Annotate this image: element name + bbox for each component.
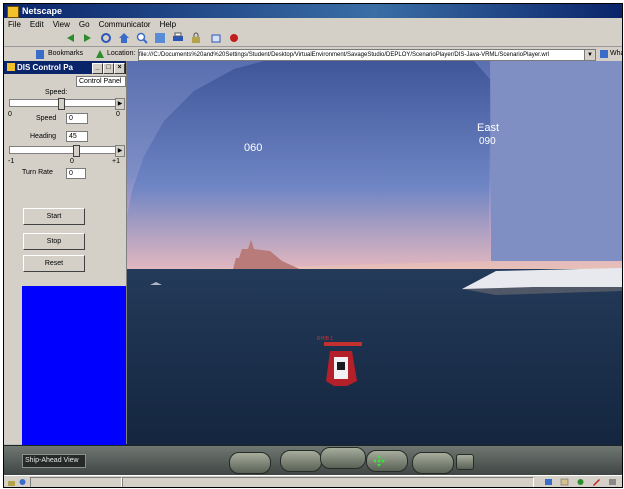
rhib-icon <box>324 342 362 386</box>
speed-label: Speed: <box>45 89 68 96</box>
scene-foreground <box>150 268 622 386</box>
reload-icon[interactable] <box>100 32 112 44</box>
security-icon[interactable] <box>190 32 202 44</box>
vrml-console: Ship-Ahead View <box>4 445 622 476</box>
heading-slider[interactable]: ▶ <box>9 145 125 157</box>
speed-slider-thumb[interactable] <box>58 98 65 110</box>
menu-communicator[interactable]: Communicator <box>99 20 151 29</box>
heading-field-label: Heading <box>30 133 57 140</box>
menu-file[interactable]: File <box>8 20 21 29</box>
forward-icon[interactable] <box>82 32 94 44</box>
turn-rate-label: Turn Rate <box>22 169 53 176</box>
navigation-toolbar <box>4 30 622 47</box>
move-icon <box>373 455 385 467</box>
heading-label-east: East <box>477 122 500 134</box>
status-bar <box>4 475 622 487</box>
navigator-icon[interactable] <box>544 478 553 486</box>
panel-minimize-button[interactable]: _ <box>92 63 103 74</box>
window-title: Netscape <box>22 6 63 16</box>
pan-mode-button[interactable] <box>280 450 322 472</box>
panel-title-bar: DIS Control Pa _ □ × <box>4 61 126 74</box>
dis-control-panel: DIS Control Pa _ □ × Control Panel Speed… <box>4 61 127 445</box>
heading-input[interactable]: 45 <box>66 131 88 142</box>
heading-label-090: 090 <box>479 136 496 147</box>
print-icon[interactable] <box>172 32 184 44</box>
goto-mode-button[interactable] <box>412 452 454 474</box>
mail-icon[interactable] <box>560 478 569 486</box>
menu-go[interactable]: Go <box>79 20 90 29</box>
location-dropdown[interactable]: ▼ <box>584 49 596 61</box>
back-icon[interactable] <box>64 32 76 44</box>
heading-scale-min: -1 <box>8 158 15 165</box>
location-input[interactable]: file:///C:/Documents%20and%20Settings/St… <box>138 49 585 61</box>
connection-status-icon <box>19 479 26 485</box>
search-icon[interactable] <box>136 32 148 44</box>
menu-edit[interactable]: Edit <box>30 20 44 29</box>
panel-title: DIS Control Pa <box>17 63 74 72</box>
control-select[interactable]: Control Panel <box>76 76 126 87</box>
home-icon[interactable] <box>118 32 130 44</box>
panel-maximize-button[interactable]: □ <box>103 63 114 74</box>
speed-scale-max: 0 <box>116 111 120 118</box>
viewpoint-select[interactable]: Ship-Ahead View <box>22 454 86 468</box>
speed-scale-min: 0 <box>8 111 12 118</box>
stop-icon[interactable] <box>228 32 240 44</box>
whats-related-button[interactable]: What's Related <box>610 49 622 59</box>
menu-view[interactable]: View <box>53 20 70 29</box>
speed-input[interactable]: 0 <box>66 113 88 124</box>
shop-icon[interactable] <box>210 32 222 44</box>
heading-slider-thumb[interactable] <box>73 145 80 157</box>
start-button[interactable]: Start <box>23 208 85 225</box>
security-lock-icon <box>8 481 15 486</box>
status-message-panel <box>30 477 122 487</box>
location-label: Location: <box>107 50 136 57</box>
vrml-viewport[interactable]: 060 East 090 RHIB 1 <box>124 61 622 445</box>
heading-label-060: 060 <box>244 142 263 154</box>
browser-window: Netscape File Edit View Go Communicator Help … <box>3 3 623 488</box>
bookmarks-icon[interactable] <box>34 48 46 60</box>
panel-blue-area <box>22 286 126 445</box>
menu-help[interactable]: Help <box>160 20 176 29</box>
walk-mode-button[interactable] <box>229 452 271 474</box>
panel-close-button[interactable]: × <box>114 63 125 74</box>
composer-icon[interactable] <box>592 478 601 486</box>
menu-bar: File Edit View Go Communicator Help <box>4 18 622 30</box>
title-bar: Netscape <box>4 4 622 18</box>
whats-related-icon[interactable] <box>598 48 610 60</box>
small-boat-icon <box>150 282 162 285</box>
speed-field-label: Speed <box>36 115 57 122</box>
heading-slider-arrow[interactable]: ▶ <box>115 145 125 157</box>
netscape-logo-icon <box>7 6 19 18</box>
turn-mode-button[interactable] <box>320 447 366 469</box>
reset-button[interactable]: Reset <box>23 255 85 272</box>
location-toolbar: Bookmarks Location: file:///C:/Documents… <box>4 47 622 62</box>
newsgroups-icon[interactable] <box>576 478 585 486</box>
heading-scale-mid: 0 <box>70 158 74 165</box>
heading-scale-max: +1 <box>112 158 120 165</box>
netscape-icon[interactable] <box>154 32 166 44</box>
vessel-marker-label: RHIB 1 <box>317 336 334 342</box>
panel-app-icon <box>7 63 15 71</box>
addressbook-icon[interactable] <box>608 478 617 486</box>
location-icon <box>96 50 104 58</box>
speed-slider-arrow[interactable]: ▶ <box>115 98 125 110</box>
turn-rate-input[interactable]: 0 <box>66 168 86 179</box>
status-progress-panel <box>122 477 534 487</box>
bookmarks-button[interactable]: Bookmarks <box>48 49 83 59</box>
stop-button[interactable]: Stop <box>23 233 85 250</box>
speed-slider[interactable]: ▶ <box>9 98 125 110</box>
straighten-button[interactable] <box>456 454 474 470</box>
